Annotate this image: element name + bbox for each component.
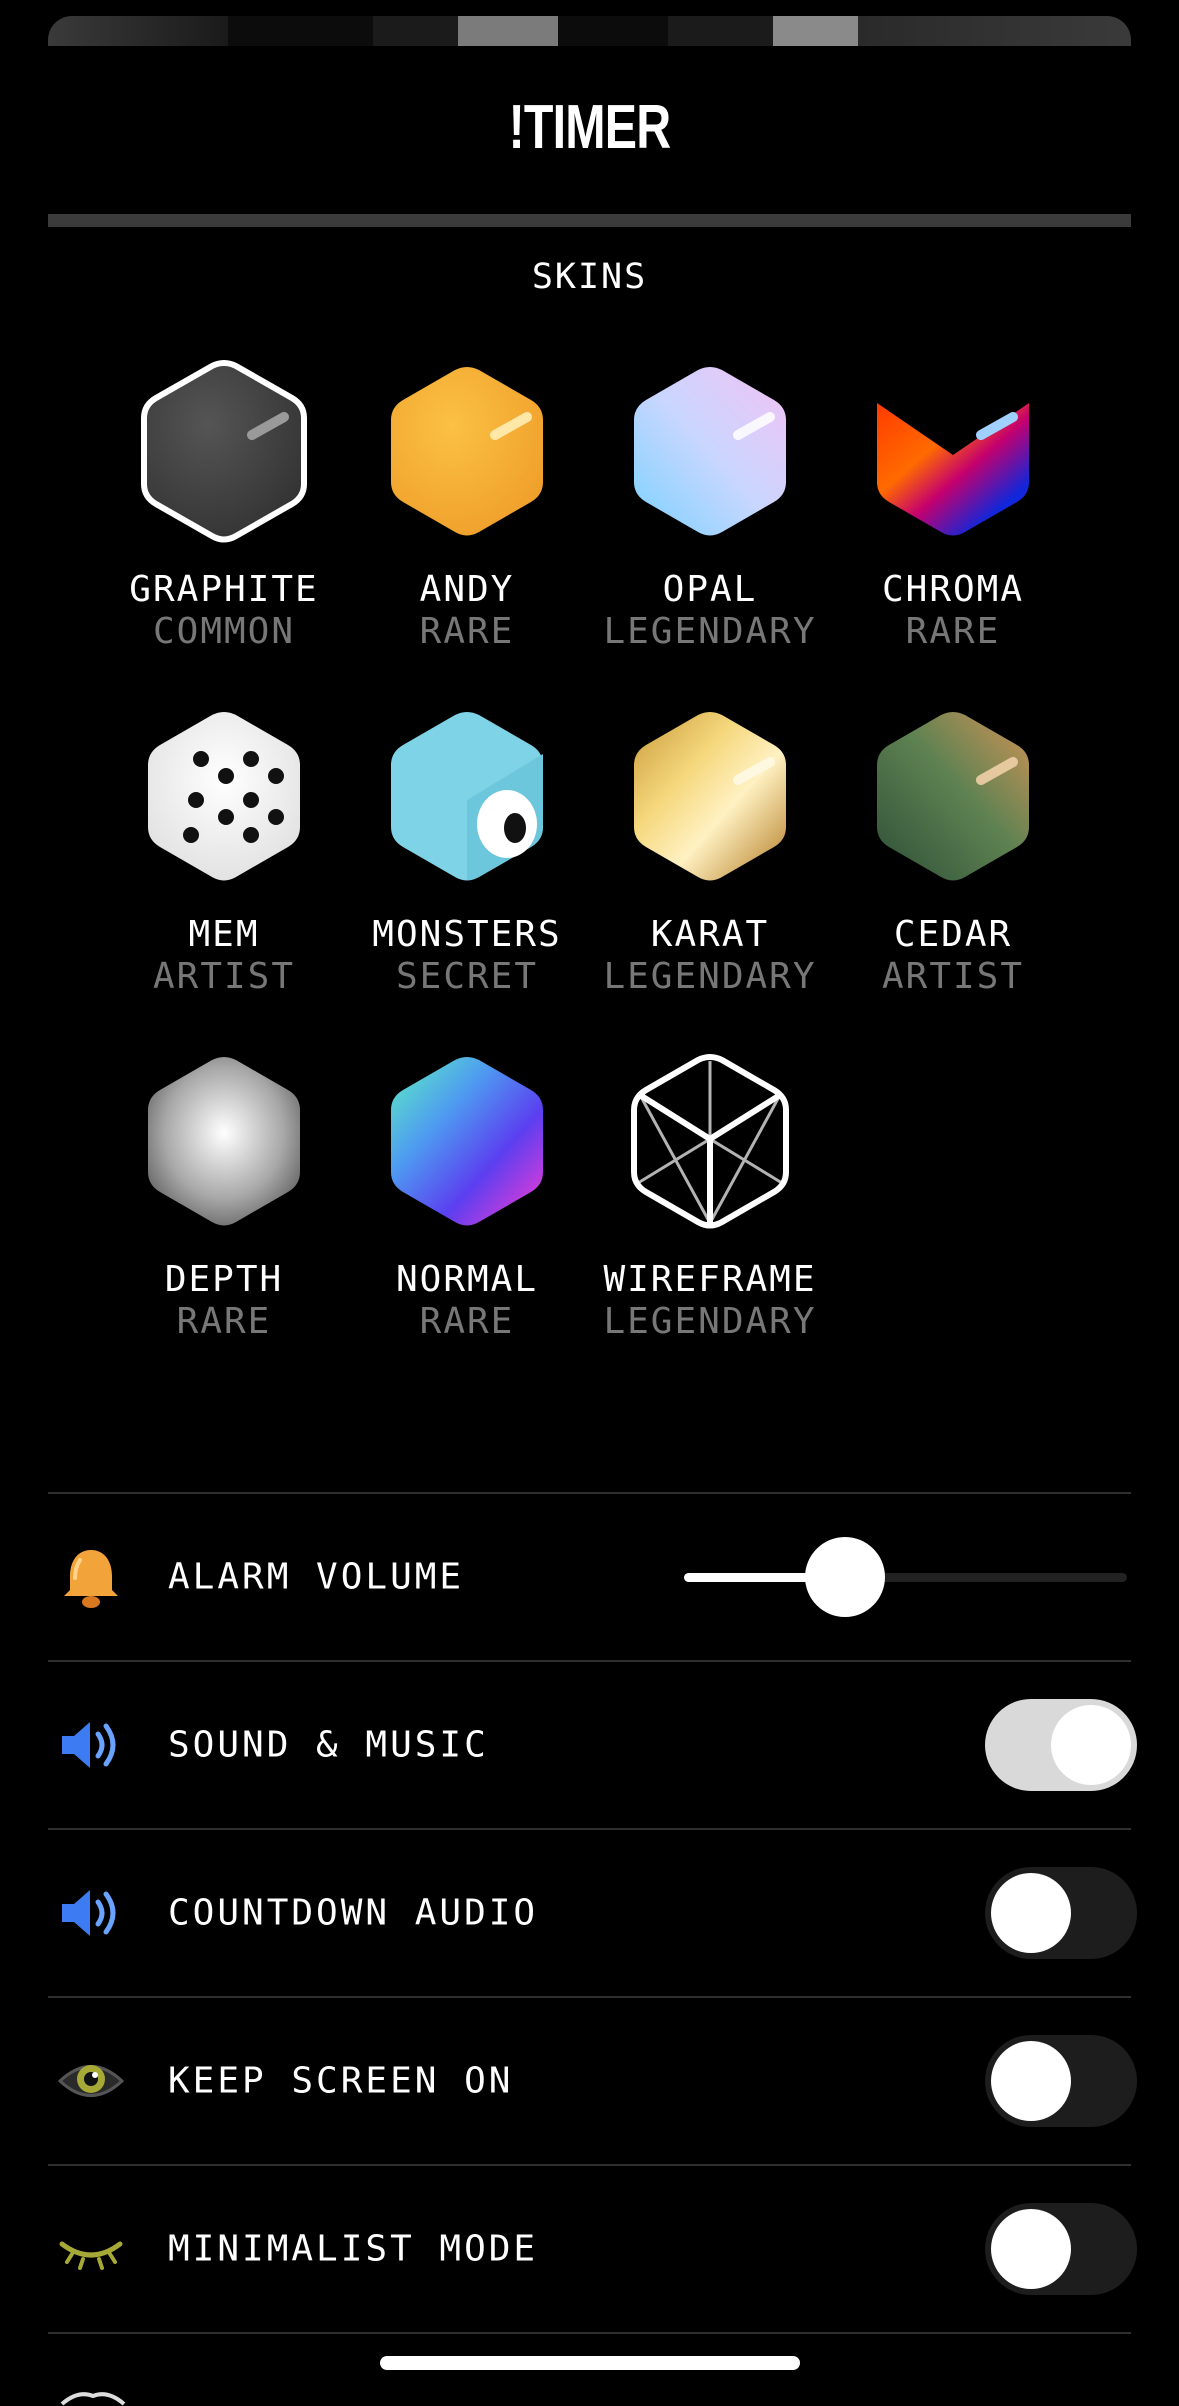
skin-graphite[interactable]: GRAPHITE COMMON [109,357,339,653]
skin-rarity: LEGENDARY [603,956,817,997]
toggle-knob [991,1873,1071,1953]
setting-minimalist-mode: MINIMALIST MODE [48,2166,1137,2332]
setting-label: KEEP SCREEN ON [168,2060,514,2102]
tab-peek [773,16,858,46]
minimalist-mode-toggle[interactable] [985,2203,1137,2295]
skin-name: WIREFRAME [603,1259,817,1300]
tab-peek [668,16,778,46]
monsters-cube-icon [391,712,543,881]
slider-thumb[interactable] [804,1537,885,1617]
skin-rarity: RARE [419,611,515,652]
skin-name: GRAPHITE [129,569,319,610]
skin-mem[interactable]: MEM ARTIST [109,702,339,998]
graphite-cube-icon [141,359,307,543]
cedar-cube-icon [877,712,1029,881]
countdown-audio-toggle[interactable] [985,1867,1137,1959]
tab-peek [858,16,1131,46]
speaker-icon [62,1890,116,1936]
skin-normal[interactable]: NORMAL RARE [352,1047,582,1343]
bell-icon [64,1550,118,1608]
skin-name: MEM [188,914,260,955]
skin-rarity: SECRET [395,956,539,997]
skins-section-title: SKINS [531,257,648,297]
wireframe-cube-icon [631,1054,789,1229]
skin-cedar[interactable]: CEDAR ARTIST [838,702,1068,998]
skin-rarity: LEGENDARY [603,611,817,652]
setting-sound-music: SOUND & MUSIC [48,1662,1137,1828]
chroma-cube-icon [877,403,1029,536]
skin-name: ANDY [419,569,515,610]
skin-andy[interactable]: ANDY RARE [352,357,582,653]
andy-cube-icon [391,367,543,536]
next-setting-icon [60,2392,126,2406]
toggle-knob [991,2041,1071,2121]
skin-name: CHROMA [881,569,1025,610]
skin-name: KARAT [650,914,770,955]
skin-karat[interactable]: KARAT LEGENDARY [595,702,825,998]
skin-name: CEDAR [893,914,1013,955]
skin-rarity: LEGENDARY [603,1301,817,1342]
skin-wireframe[interactable]: WIREFRAME LEGENDARY [595,1047,825,1343]
skin-name: NORMAL [395,1259,539,1300]
app-title: !TIMER [508,93,672,162]
skin-rarity: ARTIST [152,956,296,997]
skin-chroma[interactable]: CHROMA RARE [838,357,1068,653]
eye-icon [58,2065,124,2097]
keep-screen-on-toggle[interactable] [985,2035,1137,2127]
skin-rarity: RARE [419,1301,515,1342]
closed-eye-icon [59,2241,123,2270]
toggle-knob [991,2209,1071,2289]
skin-name: OPAL [662,569,758,610]
normal-cube-icon [391,1057,543,1226]
top-tab-strip [48,16,1131,46]
alarm-volume-slider[interactable] [684,1537,1127,1617]
skin-name: MONSTERS [372,914,562,955]
skin-rarity: RARE [176,1301,272,1342]
setting-keep-screen-on: KEEP SCREEN ON [48,1998,1137,2164]
setting-label: MINIMALIST MODE [168,2228,539,2270]
mem-dice-icon [148,712,300,881]
skin-rarity: COMMON [152,611,296,652]
title-divider [48,214,1131,227]
home-indicator[interactable] [380,2356,800,2370]
setting-label: ALARM VOLUME [168,1556,465,1598]
divider [48,2332,1131,2334]
sound-music-toggle[interactable] [985,1699,1137,1791]
depth-cube-icon [148,1057,300,1226]
skin-rarity: RARE [905,611,1001,652]
skin-opal[interactable]: OPAL LEGENDARY [595,357,825,653]
tab-peek [373,16,468,46]
setting-label: COUNTDOWN AUDIO [168,1892,539,1934]
opal-cube-icon [634,367,786,536]
skin-name: DEPTH [164,1259,284,1300]
setting-label: SOUND & MUSIC [168,1724,489,1766]
tab-peek [458,16,558,46]
skin-monsters[interactable]: MONSTERS SECRET [352,702,582,998]
toggle-knob [1051,1705,1131,1785]
setting-countdown-audio: COUNTDOWN AUDIO [48,1830,1137,1996]
speaker-icon [62,1722,116,1768]
skin-rarity: ARTIST [881,956,1025,997]
tab-peek [48,16,228,46]
setting-alarm-volume: ALARM VOLUME [48,1494,1131,1660]
skin-depth[interactable]: DEPTH RARE [109,1047,339,1343]
karat-cube-icon [634,712,786,881]
